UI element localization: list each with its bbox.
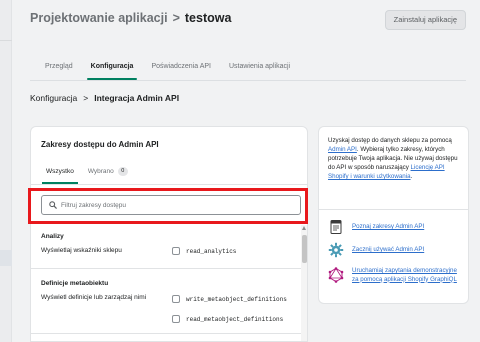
left-sidebar bbox=[0, 0, 12, 342]
section-desc-analytics: Wyświetlaj wskaźniki sklepu bbox=[41, 247, 122, 254]
scope-name: write_metaobject_definitions bbox=[186, 295, 287, 303]
scope-name: read_analytics bbox=[186, 247, 237, 255]
section-title-analytics: Analizy bbox=[41, 233, 64, 240]
info-text-part: . bbox=[410, 173, 413, 180]
graphql-icon bbox=[328, 267, 344, 283]
tabs-divider bbox=[30, 80, 466, 81]
subtab-selected[interactable]: Wybrano 0 bbox=[81, 164, 135, 184]
breadcrumb-separator: > bbox=[172, 11, 180, 25]
card-title: Zakresy dostępu do Admin API bbox=[41, 140, 159, 149]
scope-row: read_metaobject_definitions bbox=[172, 315, 283, 323]
breadcrumb-parent-link[interactable]: Projektowanie aplikacji bbox=[30, 11, 168, 25]
admin-api-info-card: Uzyskaj dostęp do danych sklepu za pomoc… bbox=[318, 126, 469, 304]
subtab-all[interactable]: Wszystko bbox=[39, 164, 81, 184]
search-icon bbox=[49, 201, 57, 209]
info-divider bbox=[319, 209, 468, 210]
section-divider bbox=[31, 268, 301, 269]
admin-api-scopes-card: Zakresy dostępu do Admin API Wszystko Wy… bbox=[30, 126, 308, 342]
selected-count-badge: 0 bbox=[117, 167, 128, 176]
scope-row: write_metaobject_definitions bbox=[172, 295, 287, 303]
install-app-button[interactable]: Zainstaluj aplikację bbox=[384, 10, 466, 30]
scope-name: read_metaobject_definitions bbox=[186, 315, 284, 323]
page-title: testowa bbox=[184, 11, 232, 25]
scroll-up-arrow-icon[interactable] bbox=[302, 226, 306, 230]
scope-search-field[interactable] bbox=[41, 195, 301, 215]
resource-link-label[interactable]: Zacznij używać Admin API bbox=[352, 246, 462, 255]
tab-api-credentials[interactable]: Poświadczenia API bbox=[142, 60, 220, 80]
breadcrumb-configuration-link[interactable]: Konfiguracja bbox=[30, 93, 77, 103]
section-divider bbox=[31, 333, 301, 334]
sidebar-divider bbox=[0, 40, 12, 41]
resource-link-get-started[interactable]: Zacznij używać Admin API bbox=[328, 242, 462, 258]
resource-link-label[interactable]: Uruchamiaj zapytania demonstracyjne za p… bbox=[352, 267, 462, 284]
scope-checkbox-read-metaobject-definitions[interactable] bbox=[172, 315, 180, 323]
scope-checkbox-write-metaobject-definitions[interactable] bbox=[172, 295, 180, 303]
card-divider bbox=[31, 184, 307, 185]
page-breadcrumb: Projektowanie aplikacji > testowa bbox=[30, 11, 231, 25]
scrollbar-thumb[interactable] bbox=[302, 235, 307, 263]
tab-overview[interactable]: Przegląd bbox=[36, 60, 82, 80]
app-tabs: Przegląd Konfiguracja Poświadczenia API … bbox=[36, 60, 299, 80]
tab-configuration[interactable]: Konfiguracja bbox=[82, 60, 143, 80]
document-icon bbox=[330, 220, 342, 234]
scope-list-scrollbar[interactable] bbox=[301, 225, 307, 341]
resource-link-graphiql[interactable]: Uruchamiaj zapytania demonstracyjne za p… bbox=[328, 267, 462, 284]
sidebar-selected-item[interactable] bbox=[0, 250, 12, 266]
scope-search-input[interactable] bbox=[61, 201, 281, 209]
info-text: Uzyskaj dostęp do danych sklepu za pomoc… bbox=[328, 136, 462, 181]
section-desc-metaobject-definitions: Wyświetl definicje lub zarządzaj nimi bbox=[41, 294, 147, 301]
section-breadcrumb: Konfiguracja > Integracja Admin API bbox=[30, 93, 179, 103]
subtab-selected-label: Wybrano bbox=[87, 168, 114, 175]
scope-checkbox-read-analytics[interactable] bbox=[172, 247, 180, 255]
admin-api-link[interactable]: Admin API bbox=[328, 146, 357, 153]
gear-icon bbox=[328, 242, 344, 258]
section-title-metaobject-definitions: Definicje metaobiektu bbox=[41, 280, 109, 287]
resource-link-label[interactable]: Poznaj zakresy Admin API bbox=[352, 223, 462, 232]
resource-link-scopes[interactable]: Poznaj zakresy Admin API bbox=[328, 219, 462, 235]
tab-app-settings[interactable]: Ustawienia aplikacji bbox=[220, 60, 299, 80]
scope-filter-tabs: Wszystko Wybrano 0 bbox=[39, 164, 135, 184]
breadcrumb-current: Integracja Admin API bbox=[94, 93, 180, 103]
scope-row: read_analytics bbox=[172, 247, 236, 255]
breadcrumb-separator: > bbox=[83, 93, 89, 103]
subtab-all-label: Wszystko bbox=[46, 168, 74, 175]
info-text-part: Uzyskaj dostęp do danych sklepu za pomoc… bbox=[328, 137, 452, 144]
